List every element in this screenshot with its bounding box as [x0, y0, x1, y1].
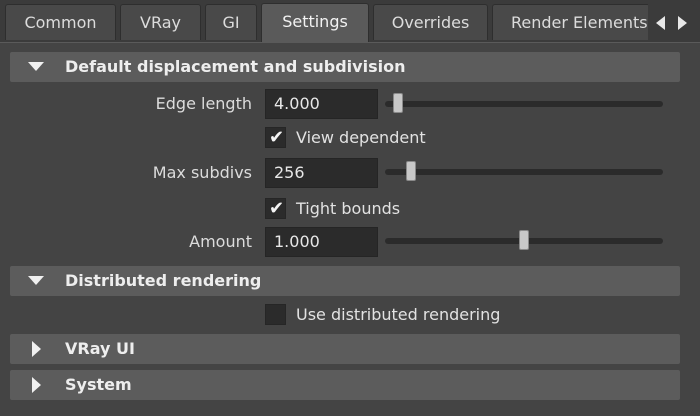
max-subdivs-field[interactable]: 256: [265, 158, 378, 188]
tight-bounds-label: Tight bounds: [296, 199, 401, 218]
amount-label: Amount: [189, 232, 252, 251]
section-title: VRay UI: [65, 339, 135, 358]
tab-scroll-controls: [648, 4, 700, 40]
use-distributed-checkbox[interactable]: ✔: [265, 304, 286, 325]
section-title: System: [65, 375, 132, 394]
checkmark-icon: ✔: [269, 198, 285, 219]
view-dependent-checkbox[interactable]: ✔: [265, 127, 286, 148]
tab-overrides[interactable]: Overrides: [373, 4, 488, 40]
expand-triangle-icon: [32, 377, 41, 393]
amount-field[interactable]: 1.000: [265, 227, 378, 257]
view-dependent-label: View dependent: [296, 128, 426, 147]
tight-bounds-checkbox[interactable]: ✔: [265, 198, 286, 219]
tab-gi[interactable]: GI: [205, 4, 257, 40]
collapse-triangle-icon: [28, 62, 44, 71]
tab-settings[interactable]: Settings: [261, 3, 369, 42]
edge-length-label: Edge length: [155, 94, 252, 113]
amount-slider[interactable]: [385, 230, 663, 250]
section-header-displacement[interactable]: Default displacement and subdivision: [10, 52, 680, 82]
edge-length-slider-thumb[interactable]: [393, 93, 403, 113]
tab-vray[interactable]: VRay: [120, 4, 201, 40]
tab-common[interactable]: Common: [5, 4, 116, 40]
section-header-vray-ui[interactable]: VRay UI: [10, 334, 680, 364]
expand-triangle-icon: [32, 341, 41, 357]
tab-render-elements[interactable]: Render Elements: [492, 4, 650, 40]
section-header-system[interactable]: System: [10, 370, 680, 400]
section-header-distributed[interactable]: Distributed rendering: [10, 266, 680, 296]
tab-bar: Common VRay GI Settings Overrides Render…: [0, 0, 700, 42]
scroll-right-icon[interactable]: [678, 16, 687, 30]
section-title: Default displacement and subdivision: [65, 57, 406, 76]
amount-slider-thumb[interactable]: [519, 230, 529, 250]
max-subdivs-slider-thumb[interactable]: [406, 161, 416, 181]
settings-panel: Default displacement and subdivision Edg…: [0, 42, 700, 416]
edge-length-slider[interactable]: [385, 93, 663, 113]
edge-length-field[interactable]: 4.000: [265, 89, 378, 119]
checkmark-icon: ✔: [269, 127, 285, 148]
max-subdivs-label: Max subdivs: [152, 163, 252, 182]
scroll-left-icon[interactable]: [656, 16, 665, 30]
section-title: Distributed rendering: [65, 271, 262, 290]
use-distributed-label: Use distributed rendering: [296, 305, 501, 324]
collapse-triangle-icon: [28, 276, 44, 285]
max-subdivs-slider[interactable]: [385, 161, 663, 181]
